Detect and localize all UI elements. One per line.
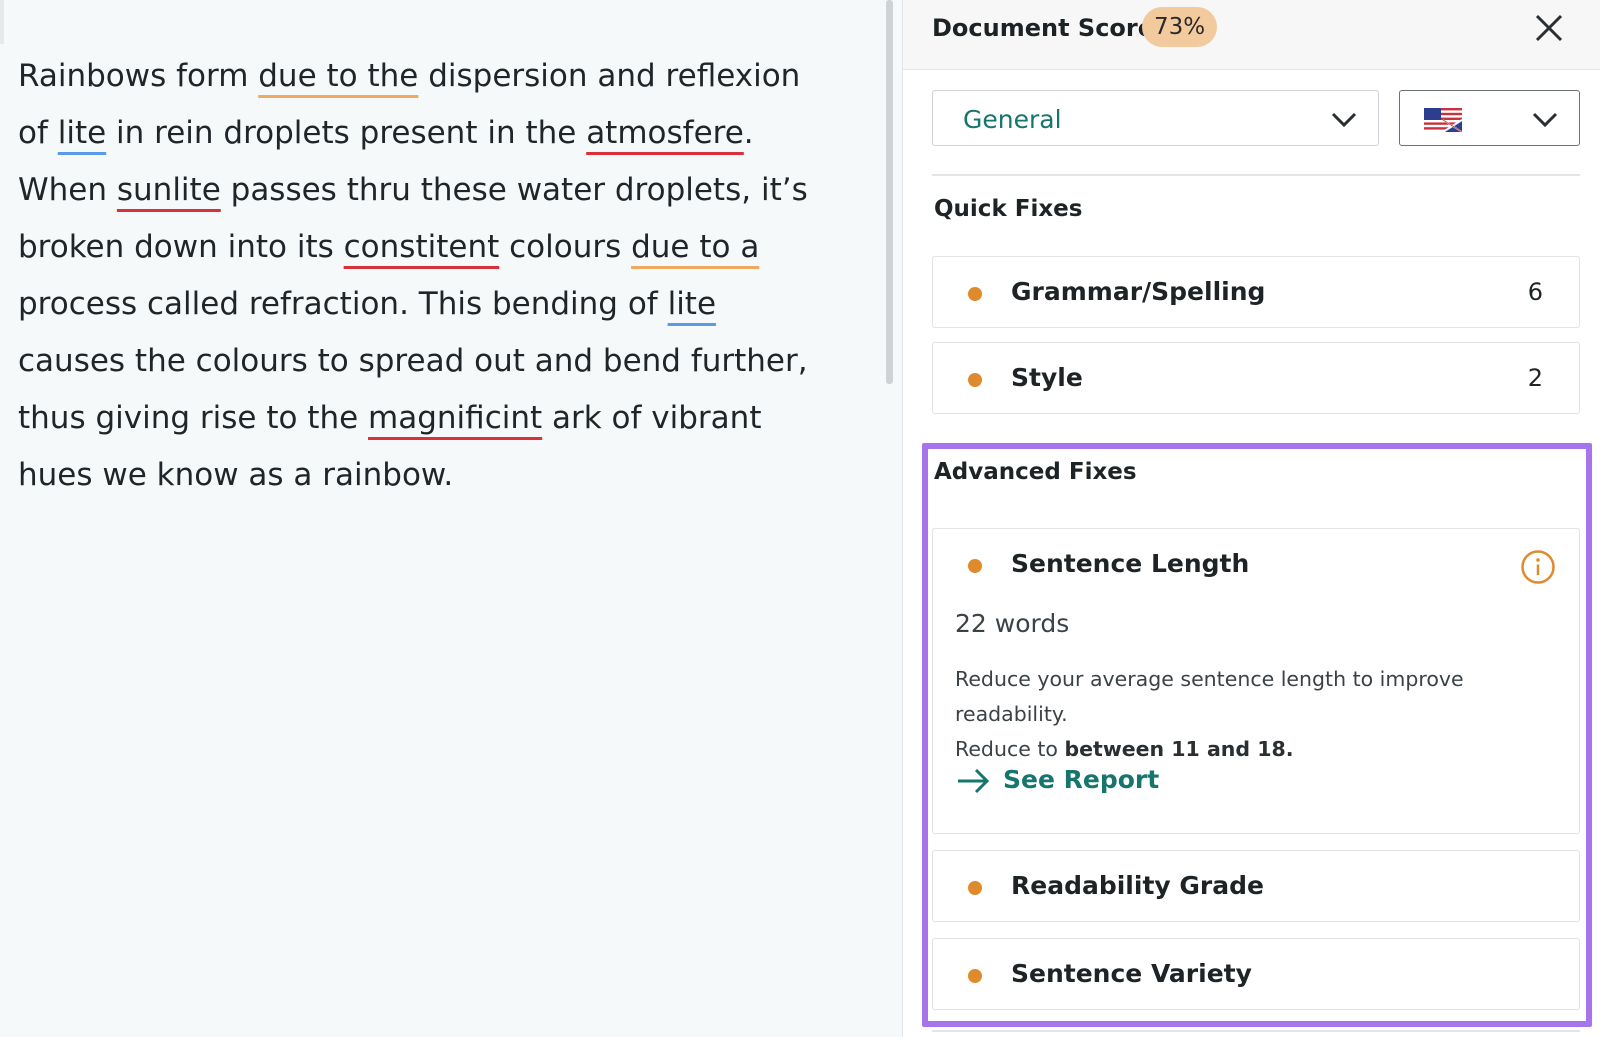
quick-fix-style[interactable]: Style 2 [932, 342, 1580, 414]
chevron-down-icon [1331, 112, 1357, 128]
chevron-down-icon [1532, 112, 1558, 128]
quick-fix-label: Style [1011, 363, 1083, 392]
flagged-word-red[interactable]: constitent [344, 229, 500, 265]
close-icon [1535, 14, 1563, 42]
sentence-length-label: Sentence Length [1011, 549, 1250, 578]
language-select[interactable] [1399, 90, 1580, 146]
status-dot [968, 559, 982, 573]
flagged-word-orange[interactable]: due to a [631, 229, 759, 265]
info-button[interactable] [1520, 549, 1556, 585]
advanced-fix-label: Sentence Variety [1011, 959, 1252, 988]
status-dot [968, 287, 982, 301]
flagged-word-orange[interactable]: due to the [258, 58, 418, 94]
flagged-word-blue[interactable]: lite [668, 286, 716, 322]
quick-fix-count: 6 [1527, 278, 1543, 306]
goal-select[interactable]: General [932, 90, 1379, 146]
quick-fix-count: 2 [1527, 364, 1543, 392]
panel-header: Document Score 73% [903, 0, 1600, 70]
text-run: in rein droplets present in the [106, 115, 587, 151]
score-badge: 73% [1142, 7, 1217, 47]
sentence-length-description: Reduce your average sentence length to i… [955, 662, 1565, 767]
status-dot [968, 373, 982, 387]
document-score-title: Document Score [932, 14, 1155, 42]
flagged-word-blue[interactable]: lite [58, 115, 106, 151]
score-panel: Document Score 73% General Quick Fixes G… [902, 0, 1600, 1037]
arrow-right-icon [958, 768, 990, 794]
goal-select-value: General [963, 105, 1062, 134]
us-flag-icon [1424, 108, 1462, 132]
description-target: between 11 and 18. [1064, 737, 1294, 761]
quick-fix-grammar-spelling[interactable]: Grammar/Spelling 6 [932, 256, 1580, 328]
advanced-fix-sentence-variety[interactable]: Sentence Variety [932, 938, 1580, 1010]
flagged-word-red[interactable]: magnificint [368, 400, 542, 436]
editor-corner-marker [0, 0, 4, 44]
editor-scrollbar[interactable] [886, 0, 893, 384]
flagged-word-red[interactable]: atmosfere [586, 115, 744, 151]
flagged-word-red[interactable]: sunlite [117, 172, 221, 208]
info-icon [1521, 550, 1555, 584]
section-divider [932, 174, 1580, 176]
quick-fix-label: Grammar/Spelling [1011, 277, 1266, 306]
quick-fixes-title: Quick Fixes [934, 196, 1083, 222]
advanced-fixes-title: Advanced Fixes [934, 459, 1137, 485]
sentence-length-words: 22 words [955, 609, 1070, 638]
editor-text[interactable]: Rainbows form due to the dispersion and … [18, 48, 818, 504]
document-editor[interactable]: Rainbows form due to the dispersion and … [0, 0, 885, 1037]
text-run: Rainbows form [18, 58, 259, 94]
section-divider [932, 1030, 1580, 1032]
text-run: colours [499, 229, 632, 265]
advanced-fix-label: Readability Grade [1011, 871, 1264, 900]
sentence-length-card[interactable]: Sentence Length 22 words Reduce your ave… [932, 528, 1580, 834]
status-dot [968, 969, 982, 983]
status-dot [968, 881, 982, 895]
advanced-fix-readability-grade[interactable]: Readability Grade [932, 850, 1580, 922]
description-prefix: Reduce to [955, 737, 1065, 761]
see-report-label: See Report [1003, 765, 1160, 794]
text-run: process called refraction. This bending … [18, 286, 668, 322]
close-button[interactable] [1531, 10, 1567, 46]
description-line: Reduce your average sentence length to i… [955, 667, 1464, 726]
description-target-line: Reduce to between 11 and 18. [955, 732, 1565, 767]
